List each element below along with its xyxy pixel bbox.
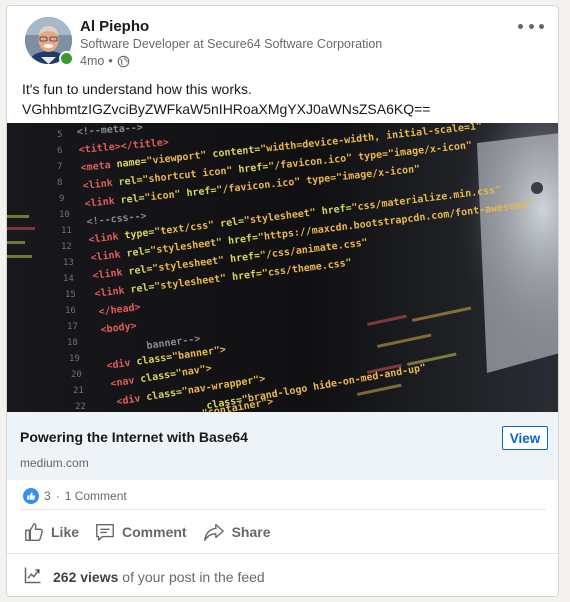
share-label: Share — [231, 524, 271, 540]
like-label: Like — [51, 524, 80, 540]
author-headline: Software Developer at Secure64 Software … — [80, 37, 383, 51]
author-name[interactable]: Al Piepho — [80, 18, 149, 35]
counts-separator: · — [55, 489, 60, 503]
svg-text:15: 15 — [65, 290, 76, 300]
post-time: 4mo — [80, 54, 105, 68]
more-dot-icon — [528, 23, 534, 29]
like-button[interactable]: Like — [17, 515, 85, 549]
post-text-encoded: VGhhbmtzIGZvciByZWFkaW5nIHRoaXMgYXJ0aWNs… — [22, 101, 431, 117]
share-icon — [202, 521, 226, 543]
thumbs-up-icon — [23, 521, 45, 543]
post-header: Al Piepho Software Developer at Secure64… — [7, 6, 558, 68]
divider — [7, 553, 558, 554]
reaction-count[interactable]: 3 — [44, 489, 51, 503]
meta-separator: • — [108, 54, 113, 68]
more-options-button[interactable] — [518, 18, 544, 34]
divider — [19, 509, 546, 510]
feed-post-card: Al Piepho Software Developer at Secure64… — [6, 5, 559, 597]
link-preview-title[interactable]: Powering the Internet with Base64 — [20, 429, 248, 445]
svg-text:11: 11 — [61, 226, 72, 236]
svg-text:16: 16 — [65, 306, 76, 316]
post-image[interactable]: 567 8 9 10 11 12 13 14 15 16 17 18 19 20 21 22 <!-… — [7, 123, 558, 412]
more-dot-icon — [518, 23, 523, 29]
post-meta: 4mo • — [80, 54, 130, 68]
svg-text:10: 10 — [59, 210, 70, 220]
svg-text:18: 18 — [67, 338, 78, 348]
like-reaction-icon — [23, 488, 39, 504]
svg-text:22: 22 — [75, 402, 86, 412]
comment-button[interactable]: Comment — [88, 515, 193, 549]
svg-text:8: 8 — [57, 178, 62, 188]
svg-text:9: 9 — [59, 194, 64, 204]
link-preview-domain: medium.com — [20, 456, 89, 470]
comment-label: Comment — [122, 524, 187, 540]
post-analytics[interactable]: 262 views of your post in the feed — [23, 565, 265, 588]
analytics-chart-icon — [23, 565, 43, 588]
more-dot-icon — [539, 23, 544, 29]
view-button[interactable]: View — [502, 426, 548, 450]
views-suffix: of your post in the feed — [122, 568, 265, 585]
share-button[interactable]: Share — [196, 515, 277, 549]
online-status-indicator — [59, 51, 74, 66]
svg-text:17: 17 — [67, 322, 78, 332]
views-count: 262 views — [53, 568, 119, 585]
post-text: It's fun to understand how this works. V… — [22, 79, 430, 119]
svg-text:14: 14 — [63, 274, 74, 284]
svg-text:6: 6 — [57, 146, 62, 156]
post-text-line: It's fun to understand how this works. — [22, 81, 252, 97]
svg-text:13: 13 — [63, 258, 74, 268]
svg-text:12: 12 — [61, 242, 72, 252]
link-preview[interactable]: Powering the Internet with Base64 medium… — [7, 412, 558, 480]
svg-text:21: 21 — [73, 386, 84, 396]
social-counts[interactable]: 3 · 1 Comment — [23, 486, 127, 506]
analytics-text: 262 views of your post in the feed — [53, 569, 265, 585]
svg-text:19: 19 — [69, 354, 80, 364]
comment-icon — [94, 521, 116, 543]
svg-text:7: 7 — [57, 162, 62, 172]
svg-text:5: 5 — [57, 130, 62, 140]
globe-icon — [117, 55, 130, 68]
comments-count[interactable]: 1 Comment — [65, 489, 127, 503]
svg-text:20: 20 — [71, 370, 82, 380]
post-actions: Like Comment Share — [17, 514, 280, 550]
